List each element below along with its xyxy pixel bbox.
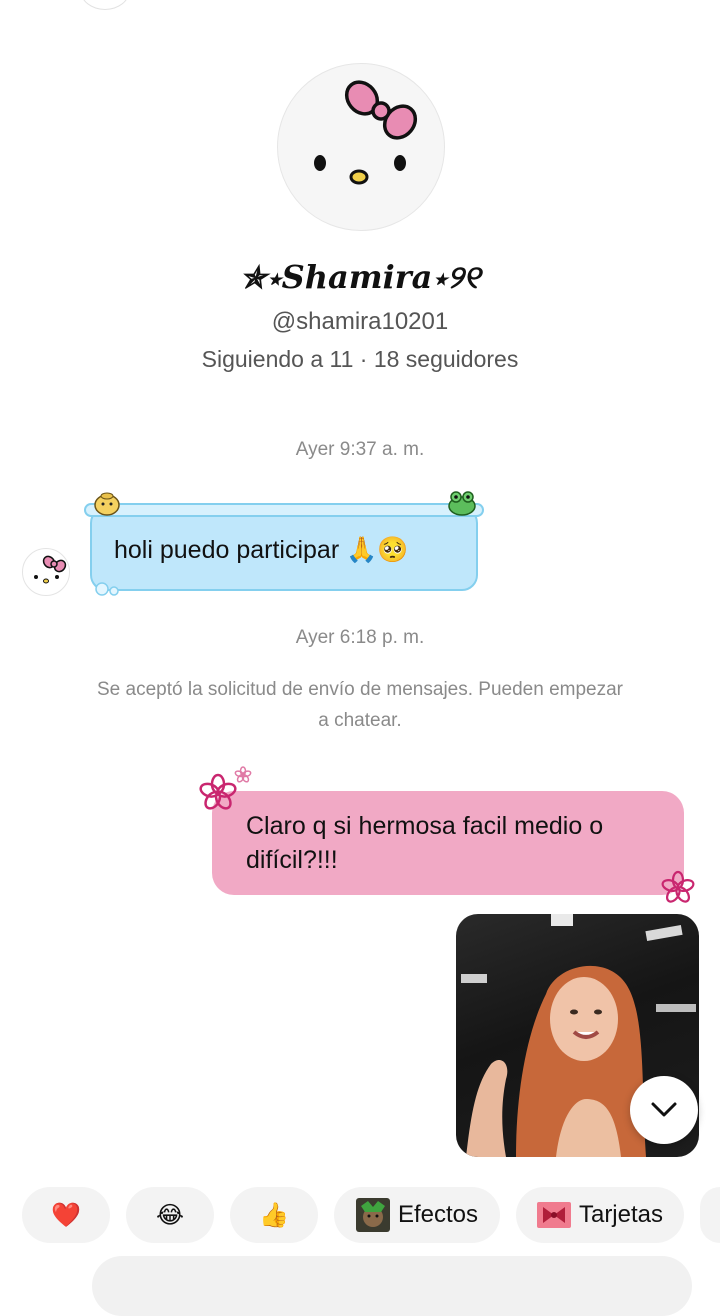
cards-chip[interactable]: Tarjetas xyxy=(516,1187,684,1243)
profile-avatar[interactable] xyxy=(277,63,445,231)
effects-label: Efectos xyxy=(397,1201,479,1228)
effects-chip[interactable]: Efectos xyxy=(334,1187,500,1243)
heart-reaction-chip[interactable]: ❤️ xyxy=(22,1187,110,1243)
scroll-down-button[interactable] xyxy=(630,1076,698,1144)
hello-kitty-face-icon xyxy=(314,80,418,185)
follow-stats: Siguiendo a 11 · 18 seguidores xyxy=(201,346,519,372)
outgoing-message-text: Claro q si hermosa facil medio o difícil… xyxy=(246,812,604,874)
effects-icon xyxy=(355,1198,390,1232)
outgoing-message-bubble[interactable]: Claro q si hermosa facil medio o difícil… xyxy=(212,791,684,895)
profile-name: ✯⋆𝑺𝒉𝒂𝒎𝒊𝒓𝒂⋆୨୧ xyxy=(239,258,481,296)
water-bubbles-icon xyxy=(95,582,119,596)
heart-icon: ❤️ xyxy=(51,1201,81,1229)
flower-icon xyxy=(199,773,237,810)
frog-icon xyxy=(448,491,476,516)
previous-avatar xyxy=(80,0,130,10)
incoming-message-bubble[interactable]: holi puedo participar 🙏🥺 xyxy=(84,491,484,596)
chevron-down-icon xyxy=(651,1102,677,1117)
message-timestamp: Ayer 9:37 a. m. xyxy=(295,439,425,460)
small-flower-icon xyxy=(234,766,252,783)
hello-kitty-avatar-icon xyxy=(34,555,67,584)
bubble-rim-decoration xyxy=(84,503,484,517)
more-chip[interactable] xyxy=(700,1187,720,1243)
laugh-reaction-chip[interactable]: 😂 xyxy=(126,1187,214,1243)
gift-card-icon xyxy=(536,1202,571,1228)
system-notice: Se aceptó la solicitud de envío de mensa… xyxy=(97,679,623,731)
yellow-character-icon xyxy=(94,492,120,516)
cards-label: Tarjetas xyxy=(578,1201,664,1228)
message-timestamp: Ayer 6:18 p. m. xyxy=(295,627,425,648)
message-input[interactable] xyxy=(92,1256,692,1316)
incoming-message-text: holi puedo participar 🙏🥺 xyxy=(114,536,409,564)
thumbs-up-icon: 👍 xyxy=(259,1201,289,1229)
profile-handle: @shamira10201 xyxy=(271,308,449,335)
sender-avatar[interactable] xyxy=(22,548,70,596)
laughing-face-icon: 😂 xyxy=(155,1201,185,1229)
flower-icon xyxy=(661,870,695,903)
thumbs-up-reaction-chip[interactable]: 👍 xyxy=(230,1187,318,1243)
